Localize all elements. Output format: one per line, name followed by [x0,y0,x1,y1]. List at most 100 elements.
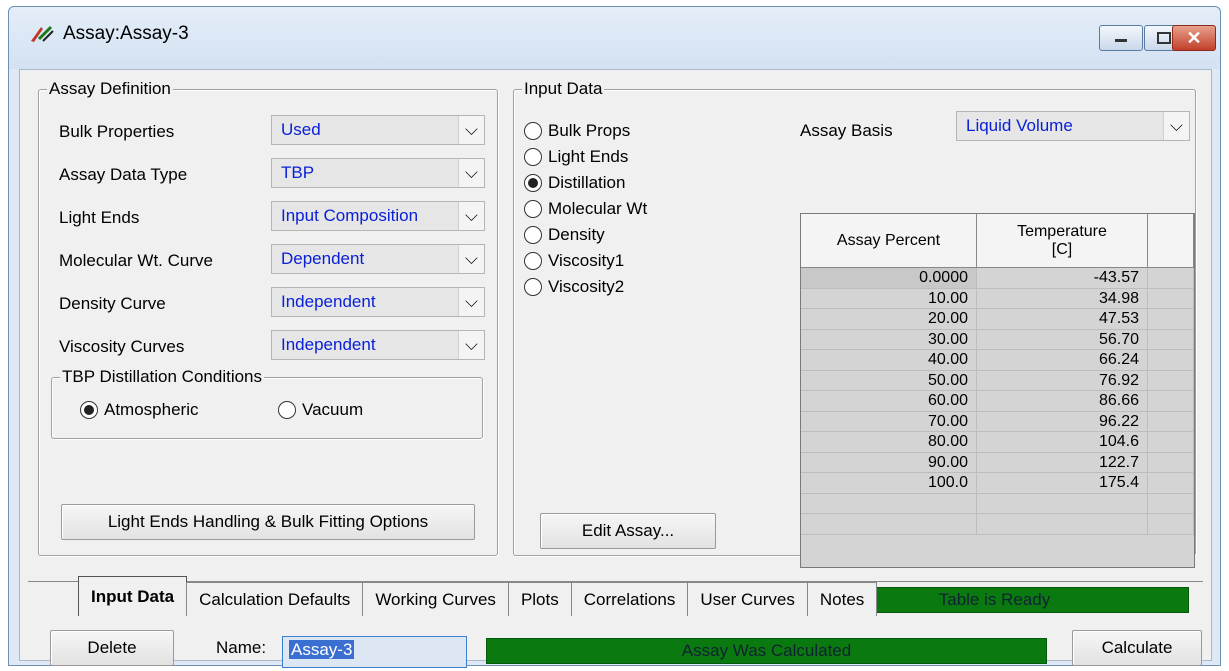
assay-percent-cell[interactable]: 100.0 [801,473,977,493]
edit-assay-button[interactable]: Edit Assay... [540,513,716,549]
title-bar[interactable]: Assay:Assay-3 ✕ [9,7,1220,69]
tab-correlations[interactable]: Correlations [570,582,689,616]
viscosity2-radio[interactable]: Viscosity2 [524,277,624,297]
bulk-props-radio[interactable]: Bulk Props [524,121,630,141]
assay-basis-value: Liquid Volume [966,116,1073,135]
assay-data-type-combo[interactable]: TBP ⌵ [271,158,485,188]
calculate-button[interactable]: Calculate [1072,630,1202,666]
temperature-cell[interactable]: 56.70 [977,329,1148,349]
table-row[interactable]: 90.00 122.7 [801,452,1194,473]
density-curve-combo[interactable]: Independent ⌵ [271,287,485,317]
assay-percent-cell[interactable]: 50.00 [801,370,977,390]
minimize-button[interactable] [1099,25,1143,51]
close-button[interactable]: ✕ [1172,25,1216,51]
empty-table-row[interactable] [801,514,1194,535]
assay-percent-cell[interactable]: 40.00 [801,350,977,370]
assay-percent-cell[interactable]: 30.00 [801,329,977,349]
table-row[interactable]: 60.00 86.66 [801,391,1194,412]
assay-percent-cell[interactable]: 60.00 [801,391,977,411]
empty-cell[interactable] [1148,514,1194,534]
empty-cell[interactable] [1148,493,1194,513]
tab-strip: Input Data Calculation Defaults Working Cu… [78,576,878,616]
light-ends-combo[interactable]: Input Composition ⌵ [271,201,485,231]
assay-percent-cell[interactable]: 10.00 [801,288,977,308]
light-ends-options-button[interactable]: Light Ends Handling & Bulk Fitting Optio… [61,504,475,540]
temperature-cell[interactable]: -43.57 [977,268,1148,288]
density-radio[interactable]: Density [524,225,605,245]
tab-input-data[interactable]: Input Data [78,576,188,616]
empty-cell [1148,391,1194,411]
assay-percent-cell[interactable]: 80.00 [801,432,977,452]
tbp-conditions-group: TBP Distillation Conditions Atmospheric … [51,367,483,439]
distillation-radio[interactable]: Distillation [524,173,625,193]
temperature-cell[interactable]: 96.22 [977,411,1148,431]
density-curve-label: Density Curve [59,294,166,313]
empty-cell[interactable] [977,493,1148,513]
tab-calculation-defaults[interactable]: Calculation Defaults [186,582,364,616]
chevron-down-icon[interactable]: ⌵ [458,202,484,230]
temperature-cell[interactable]: 66.24 [977,350,1148,370]
table-row[interactable]: 70.00 96.22 [801,411,1194,432]
molecular-wt-curve-combo[interactable]: Dependent ⌵ [271,244,485,274]
window-client: Assay Definition Bulk Properties Used ⌵ … [19,69,1212,668]
temperature-cell[interactable]: 86.66 [977,391,1148,411]
bulk-properties-combo[interactable]: Used ⌵ [271,115,485,145]
table-row[interactable]: 80.00 104.6 [801,432,1194,453]
assay-basis-combo[interactable]: Liquid Volume ⌵ [956,111,1190,141]
empty-cell[interactable] [801,493,977,513]
tab-working-curves[interactable]: Working Curves [362,582,509,616]
empty-cell[interactable] [977,514,1148,534]
table-row[interactable]: 10.00 34.98 [801,288,1194,309]
assay-data-type-value: TBP [281,163,315,182]
radio-unselected-icon [524,148,542,166]
tab-notes[interactable]: Notes [806,582,878,616]
empty-cell [1148,411,1194,431]
light-ends-label: Light Ends [59,208,140,227]
chevron-down-icon[interactable]: ⌵ [458,245,484,273]
atmospheric-radio[interactable]: Atmospheric [80,400,198,420]
table-row[interactable]: 100.0 175.4 [801,473,1194,494]
assay-percent-cell[interactable]: 70.00 [801,411,977,431]
table-row[interactable]: 40.00 66.24 [801,350,1194,371]
assay-percent-cell[interactable]: 90.00 [801,452,977,472]
viscosity1-radio[interactable]: Viscosity1 [524,251,624,271]
vacuum-radio[interactable]: Vacuum [278,400,363,420]
name-field[interactable]: Assay-3 [282,636,467,668]
empty-cell [1148,309,1194,329]
empty-cell[interactable] [801,514,977,534]
radio-unselected-icon [278,401,296,419]
tab-user-curves[interactable]: User Curves [687,582,808,616]
light-ends-radio[interactable]: Light Ends [524,147,628,167]
distillation-table[interactable]: Assay Percent Temperature [C] 0.0000 -43.… [800,213,1195,568]
input-data-legend: Input Data [522,79,605,99]
assay-percent-cell[interactable]: 20.00 [801,309,977,329]
molecular-wt-radio[interactable]: Molecular Wt [524,199,647,219]
table-row[interactable]: 50.00 76.92 [801,370,1194,391]
empty-table-row[interactable] [801,493,1194,514]
temperature-cell[interactable]: 122.7 [977,452,1148,472]
table-row[interactable]: 20.00 47.53 [801,309,1194,330]
tab-plots[interactable]: Plots [507,582,572,616]
density-curve-value: Independent [281,292,376,311]
chevron-down-icon[interactable]: ⌵ [458,159,484,187]
chevron-down-icon[interactable]: ⌵ [458,116,484,144]
temperature-cell[interactable]: 104.6 [977,432,1148,452]
chevron-down-icon[interactable]: ⌵ [458,288,484,316]
temperature-header-label: Temperature [1017,222,1107,240]
temperature-cell[interactable]: 47.53 [977,309,1148,329]
temperature-cell[interactable]: 175.4 [977,473,1148,493]
table-row[interactable]: 30.00 56.70 [801,329,1194,350]
viscosity-curves-combo[interactable]: Independent ⌵ [271,330,485,360]
empty-cell [1148,452,1194,472]
assay-percent-cell[interactable]: 0.0000 [801,268,977,288]
temperature-cell[interactable]: 34.98 [977,288,1148,308]
empty-cell [1148,268,1194,288]
table-row[interactable]: 0.0000 -43.57 [801,268,1194,289]
temperature-cell[interactable]: 76.92 [977,370,1148,390]
empty-cell [1148,370,1194,390]
chevron-down-icon[interactable]: ⌵ [1163,112,1189,140]
table-body: 0.0000 -43.57 10.00 34.98 20.00 47.53 30.00 56.… [801,268,1194,535]
temperature-header: Temperature [C] [977,214,1148,267]
delete-button[interactable]: Delete [50,630,174,666]
chevron-down-icon[interactable]: ⌵ [458,331,484,359]
